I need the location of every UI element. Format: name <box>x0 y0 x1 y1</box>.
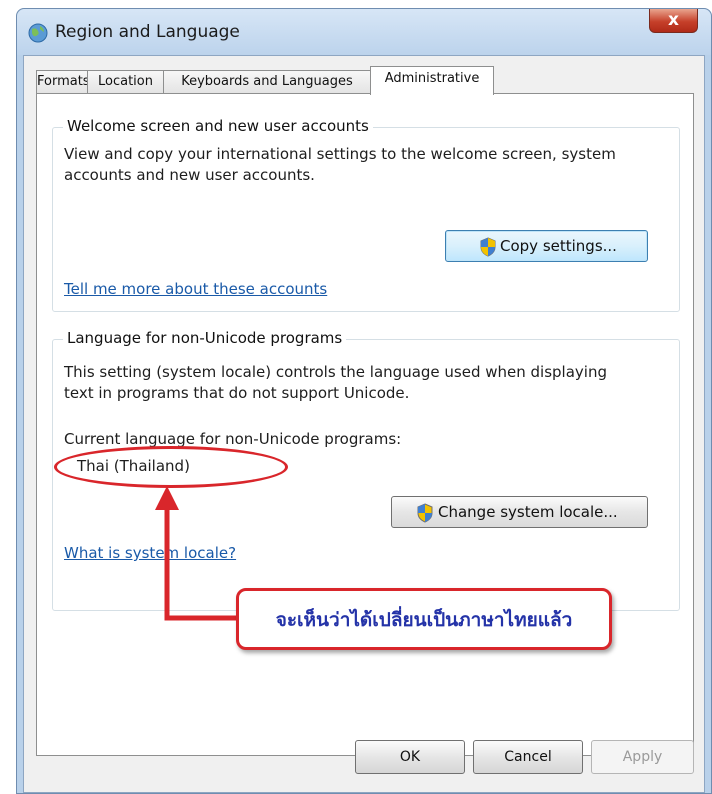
change-system-locale-button[interactable]: Change system locale... <box>391 496 648 528</box>
welcome-screen-group: Welcome screen and new user accounts Vie… <box>52 117 680 312</box>
close-icon: x <box>668 10 679 30</box>
globe-icon <box>28 23 48 43</box>
administrative-panel: Welcome screen and new user accounts Vie… <box>36 93 694 756</box>
locale-description-line2: text in programs that do not support Uni… <box>64 384 410 402</box>
ok-button[interactable]: OK <box>355 740 465 774</box>
window-title: Region and Language <box>55 22 240 42</box>
apply-button[interactable]: Apply <box>591 740 694 774</box>
dialog-client: Formats Location Keyboards and Languages… <box>23 55 705 793</box>
highlight-ellipse <box>54 446 288 488</box>
uac-shield-icon <box>480 237 496 257</box>
cancel-button[interactable]: Cancel <box>473 740 583 774</box>
dialog-window: Region and Language x Formats Location K… <box>16 8 712 794</box>
welcome-description-line1: View and copy your international setting… <box>64 145 616 163</box>
accounts-help-link[interactable]: Tell me more about these accounts <box>64 280 327 298</box>
system-locale-help-link[interactable]: What is system locale? <box>64 544 236 562</box>
welcome-description-line2: accounts and new user accounts. <box>64 166 315 184</box>
tab-keyboards-and-languages[interactable]: Keyboards and Languages <box>163 70 371 94</box>
welcome-group-legend: Welcome screen and new user accounts <box>63 117 373 135</box>
non-unicode-group-legend: Language for non-Unicode programs <box>63 329 347 347</box>
title-bar[interactable]: Region and Language x <box>17 9 711 55</box>
current-language-label: Current language for non-Unicode program… <box>64 430 402 448</box>
uac-shield-icon <box>417 503 433 523</box>
tab-location[interactable]: Location <box>87 70 164 94</box>
annotation-callout: จะเห็นว่าได้เปลี่ยนเป็นภาษาไทยแล้ว <box>236 588 612 650</box>
tab-formats[interactable]: Formats <box>36 70 90 94</box>
close-button[interactable]: x <box>649 9 698 33</box>
locale-description-line1: This setting (system locale) controls th… <box>64 363 607 381</box>
annotation-callout-text: จะเห็นว่าได้เปลี่ยนเป็นภาษาไทยแล้ว <box>275 609 573 631</box>
copy-settings-label: Copy settings... <box>500 237 617 255</box>
tab-administrative[interactable]: Administrative <box>370 66 494 95</box>
copy-settings-button[interactable]: Copy settings... <box>445 230 648 262</box>
change-system-locale-label: Change system locale... <box>438 503 618 521</box>
